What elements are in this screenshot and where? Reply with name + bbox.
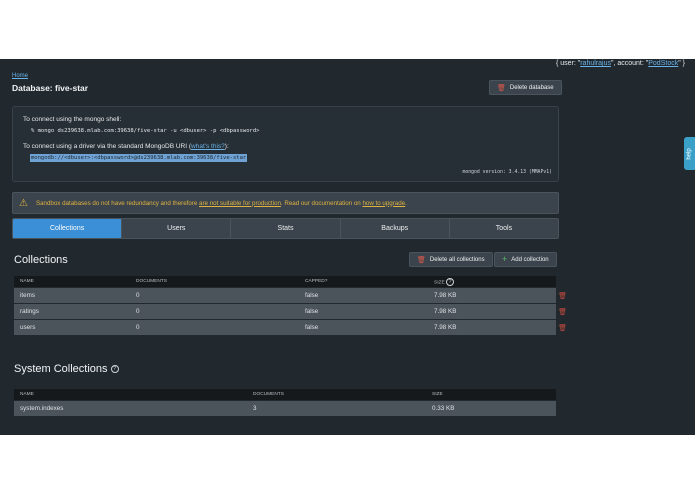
collections-table: NAME DOCUMENTS CAPPED? SIZE ? items 0 fa… xyxy=(14,276,567,335)
collection-size: 7.98 KB xyxy=(434,324,457,331)
user-prefix: { user: " xyxy=(555,60,581,67)
trash-icon[interactable]: 🗑 xyxy=(558,324,567,332)
header-capped: CAPPED? xyxy=(305,279,328,284)
tab-tools[interactable]: Tools xyxy=(448,219,558,238)
how-to-upgrade-link[interactable]: how to upgrade xyxy=(362,200,405,207)
header-name: NAME xyxy=(20,279,34,284)
trash-icon: 🗑 xyxy=(417,256,426,264)
header-documents: DOCUMENTS xyxy=(136,279,167,284)
user-suffix: " } xyxy=(678,60,685,67)
delete-all-collections-label: Delete all collections xyxy=(429,256,485,263)
header-size: SIZE xyxy=(432,392,443,397)
shell-command[interactable]: % mongo ds239638.mlab.com:39638/five-sta… xyxy=(31,128,259,134)
warning-triangle-icon: ⚠ xyxy=(19,197,28,209)
question-circle-icon[interactable]: ? xyxy=(446,277,455,286)
help-tab-label: help xyxy=(686,147,693,160)
app-window: { user: "rahulrajus", account: "PodStock… xyxy=(0,59,695,435)
tab-backups[interactable]: Backups xyxy=(339,219,449,238)
header-size-label: SIZE xyxy=(434,279,445,285)
collection-capped: false xyxy=(305,324,319,331)
whats-this-link[interactable]: what's this? xyxy=(191,143,225,150)
table-row[interactable]: users 0 false 7.98 KB 🗑 xyxy=(14,320,567,335)
tab-stats[interactable]: Stats xyxy=(230,219,340,238)
collection-documents: 0 xyxy=(136,324,140,331)
system-collection-documents: 3 xyxy=(253,405,257,412)
collection-capped: false xyxy=(305,292,319,299)
trash-icon[interactable]: 🗑 xyxy=(558,308,567,316)
table-row[interactable]: ratings 0 false 7.98 KB 🗑 xyxy=(14,304,567,319)
table-row[interactable]: items 0 false 7.98 KB 🗑 xyxy=(14,288,567,303)
user-link[interactable]: rahulrajus xyxy=(580,60,611,67)
add-collection-label: Add collection xyxy=(511,256,549,263)
system-collection-name[interactable]: system.indexes xyxy=(14,405,247,412)
driver-heading-pre: To connect using a driver via the standa… xyxy=(23,143,192,150)
driver-heading-post: ): xyxy=(224,143,229,150)
trash-icon[interactable]: 🗑 xyxy=(558,292,567,300)
collection-name[interactable]: users xyxy=(14,324,130,331)
trash-icon: 🗑 xyxy=(497,84,506,92)
plus-icon: + xyxy=(502,254,508,264)
tab-collections[interactable]: Collections xyxy=(13,219,122,238)
warning-text-mid: . Read our documentation on xyxy=(280,199,363,207)
delete-all-collections-button[interactable]: 🗑 Delete all collections xyxy=(409,252,493,267)
collections-title: Collections xyxy=(14,254,68,266)
system-collections-title: System Collections ? xyxy=(14,363,119,375)
tab-users[interactable]: Users xyxy=(121,219,231,238)
system-collection-size: 0.33 KB xyxy=(432,405,455,412)
breadcrumb-home[interactable]: Home xyxy=(12,73,28,79)
user-account-bar: { user: "rahulrajus", account: "PodStock… xyxy=(556,60,685,67)
collection-size: 7.98 KB xyxy=(434,292,457,299)
mongod-version: mongod version: 3.4.13 (MMAPv1) xyxy=(462,170,552,175)
table-header: NAME DOCUMENTS SIZE xyxy=(14,389,556,400)
table-header: NAME DOCUMENTS CAPPED? SIZE ? xyxy=(14,276,556,287)
account-link[interactable]: PodStock xyxy=(648,60,678,67)
question-circle-icon[interactable]: ? xyxy=(110,365,119,374)
shell-heading: To connect using the mongo shell: xyxy=(23,116,122,123)
sandbox-warning-banner: ⚠ Sandbox databases do not have redundan… xyxy=(12,192,559,214)
system-collections-table: NAME DOCUMENTS SIZE system.indexes 3 0.3… xyxy=(14,389,556,416)
delete-database-button[interactable]: 🗑 Delete database xyxy=(489,80,562,95)
collection-name[interactable]: items xyxy=(14,292,130,299)
help-tab[interactable]: help xyxy=(684,137,695,170)
collection-size: 7.98 KB xyxy=(434,308,457,315)
page-title: Database: five-star xyxy=(12,83,89,93)
header-documents: DOCUMENTS xyxy=(253,392,284,397)
header-size: SIZE ? xyxy=(428,277,455,286)
warning-text-post: . xyxy=(405,199,407,207)
tab-bar: Collections Users Stats Backups Tools xyxy=(12,218,559,239)
delete-database-label: Delete database xyxy=(509,84,554,91)
system-collections-label: System Collections xyxy=(14,363,108,375)
collection-documents: 0 xyxy=(136,292,140,299)
mongodb-uri[interactable]: mongodb://<dbuser>:<dbpassword>@ds239638… xyxy=(30,154,248,162)
warning-text: Sandbox databases do not have redundancy… xyxy=(36,200,407,207)
add-collection-button[interactable]: + Add collection xyxy=(494,252,557,267)
driver-heading: To connect using a driver via the standa… xyxy=(23,143,229,150)
collection-capped: false xyxy=(305,308,319,315)
account-middle: ", account: " xyxy=(610,60,649,67)
header-name: NAME xyxy=(20,392,34,397)
collection-documents: 0 xyxy=(136,308,140,315)
connection-info-panel: To connect using the mongo shell: % mong… xyxy=(12,106,559,182)
not-suitable-link[interactable]: are not suitable for production xyxy=(199,200,281,207)
collection-name[interactable]: ratings xyxy=(14,308,130,315)
warning-text-pre: Sandbox databases do not have redundancy… xyxy=(35,199,200,207)
table-row[interactable]: system.indexes 3 0.33 KB xyxy=(14,401,556,416)
